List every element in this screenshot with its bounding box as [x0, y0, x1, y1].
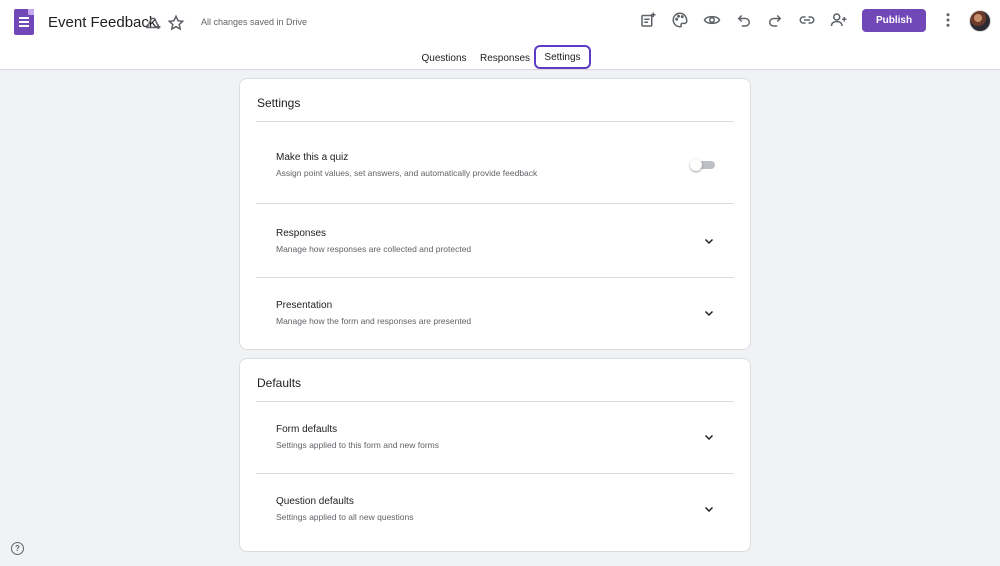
form-defaults-subtitle: Settings applied to this form and new fo…	[276, 440, 439, 450]
palette-icon[interactable]	[670, 10, 690, 30]
redo-icon[interactable]	[765, 10, 785, 30]
more-vert-icon[interactable]	[938, 10, 958, 30]
quiz-setting-subtitle: Assign point values, set answers, and au…	[276, 168, 538, 178]
top-bar: Event Feedback All changes saved in Driv…	[0, 0, 1000, 70]
undo-icon[interactable]	[734, 10, 754, 30]
divider	[256, 121, 734, 122]
toggle-thumb	[690, 159, 702, 171]
chevron-down-icon[interactable]	[702, 502, 716, 516]
form-defaults-title: Form defaults	[276, 424, 338, 435]
question-defaults-title: Question defaults	[276, 496, 354, 507]
divider	[256, 401, 734, 402]
defaults-card: Defaults Form defaults Settings applied …	[239, 358, 751, 552]
chevron-down-icon[interactable]	[702, 234, 716, 248]
forms-logo-icon[interactable]	[14, 9, 34, 35]
quiz-toggle[interactable]	[690, 159, 716, 171]
divider	[256, 277, 734, 278]
star-icon[interactable]	[166, 13, 186, 33]
add-on-icon[interactable]	[638, 10, 658, 30]
divider	[256, 473, 734, 474]
presentation-setting-subtitle: Manage how the form and responses are pr…	[276, 316, 472, 326]
chevron-down-icon[interactable]	[702, 306, 716, 320]
add-collaborator-icon[interactable]	[829, 10, 849, 30]
avatar[interactable]	[969, 10, 991, 32]
move-to-drive-icon[interactable]	[143, 13, 163, 33]
save-status: All changes saved in Drive	[201, 17, 308, 27]
responses-setting-subtitle: Manage how responses are collected and p…	[276, 244, 472, 254]
link-icon[interactable]	[797, 10, 817, 30]
tab-responses[interactable]: Responses	[476, 46, 534, 70]
publish-button[interactable]: Publish	[862, 9, 926, 32]
settings-card-title: Settings	[257, 96, 301, 110]
defaults-card-title: Defaults	[257, 376, 302, 390]
presentation-setting-title: Presentation	[276, 300, 333, 311]
help-icon[interactable]: ?	[11, 542, 24, 555]
tab-questions[interactable]: Questions	[415, 46, 473, 70]
divider	[256, 203, 734, 204]
question-defaults-subtitle: Settings applied to all new questions	[276, 512, 414, 522]
responses-setting-title: Responses	[276, 228, 327, 239]
chevron-down-icon[interactable]	[702, 430, 716, 444]
preview-eye-icon[interactable]	[702, 10, 722, 30]
form-title[interactable]: Event Feedback	[48, 14, 156, 31]
quiz-setting-title: Make this a quiz	[276, 152, 349, 163]
settings-card: Settings Make this a quiz Assign point v…	[239, 78, 751, 350]
tab-settings[interactable]: Settings	[534, 45, 591, 69]
